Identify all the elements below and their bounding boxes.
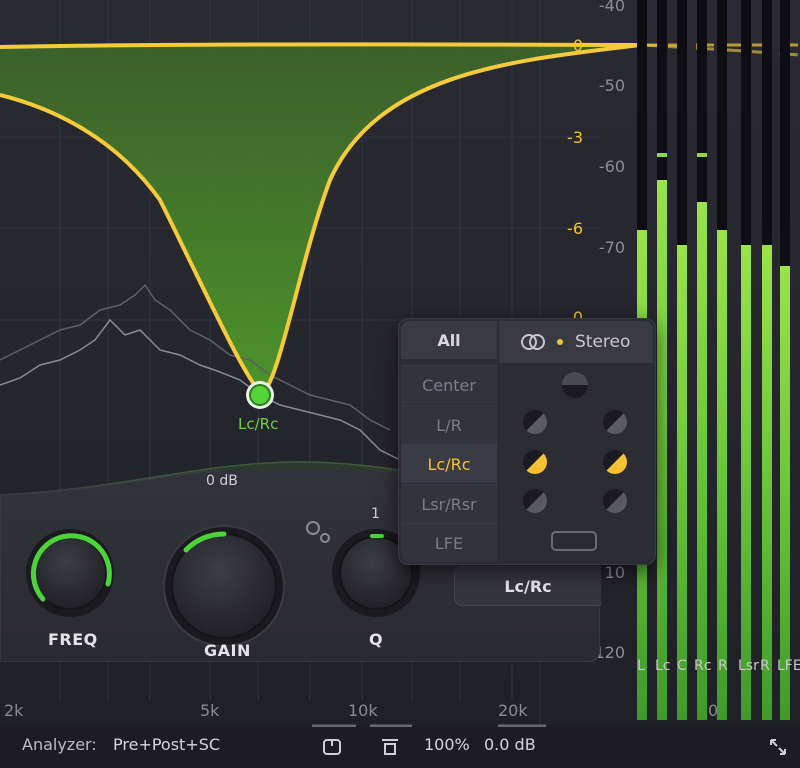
- meter-channel-label: LFE: [777, 658, 800, 674]
- level-meter-fill: [677, 244, 687, 720]
- meter-channel-label: C: [677, 658, 687, 674]
- analyzer-trace-pre: [0, 283, 391, 431]
- meter-channel-label: Lsr: [738, 658, 759, 674]
- gain-label: GAIN: [204, 641, 251, 660]
- latency-icon[interactable]: [380, 736, 400, 756]
- freq-label: FREQ: [48, 630, 98, 649]
- gain-knob[interactable]: [164, 500, 284, 650]
- level-meter-fill: [717, 230, 727, 720]
- level-meter-fill: [741, 244, 751, 720]
- db-scale-label: -40: [598, 0, 625, 15]
- channel-lr-button[interactable]: L/R: [401, 405, 497, 444]
- db-scale-label: -60: [598, 157, 625, 176]
- gain-scale-label: -3: [567, 128, 583, 147]
- zoom-value[interactable]: 100%: [424, 735, 470, 754]
- gain-scale-label: 0: [572, 36, 583, 55]
- freq-label: 10k: [348, 701, 378, 720]
- channel-lsrrsr-button[interactable]: Lsr/Rsr: [401, 484, 497, 523]
- channel-center-button[interactable]: Center: [401, 365, 497, 404]
- meter-channel-label: R: [718, 658, 728, 674]
- stereo-label: Stereo: [575, 332, 631, 352]
- level-meter: [717, 0, 727, 720]
- q-label: Q: [369, 630, 384, 649]
- level-meter: [697, 0, 707, 720]
- level-meter: [741, 0, 751, 720]
- q-value: 1: [371, 506, 380, 522]
- db-scale-label: -50: [598, 76, 625, 95]
- gain-scale-label: -6: [567, 219, 583, 238]
- analyzer-mode-value[interactable]: Pre+Post+SC: [113, 735, 220, 754]
- midi-learn-icon[interactable]: [322, 736, 342, 756]
- gain-value: 0 dB: [206, 473, 238, 489]
- db-scale-label: -70: [598, 238, 625, 257]
- level-meter: [762, 0, 772, 720]
- freq-label: 2k: [4, 701, 24, 720]
- resize-icon[interactable]: [768, 737, 788, 757]
- stereo-mode-button[interactable]: Stereo: [499, 321, 653, 363]
- channel-lcrc-button[interactable]: Lc/Rc: [401, 444, 497, 483]
- level-meter-fill: [657, 180, 667, 720]
- level-meter: [657, 0, 667, 720]
- freq-knob[interactable]: [20, 490, 120, 635]
- meter-channel-label: L: [637, 658, 645, 674]
- band-label: Lc/Rc: [238, 415, 279, 433]
- stereo-indicator-dot: [557, 339, 563, 345]
- speaker-layout[interactable]: [499, 399, 653, 564]
- meter-channel-label: R: [760, 658, 770, 674]
- channel-all-button[interactable]: All: [401, 321, 497, 359]
- level-meter-fill: [697, 201, 707, 720]
- analyzer-label: Analyzer:: [22, 735, 97, 754]
- channel-lfe-button[interactable]: LFE: [401, 523, 497, 562]
- freq-label: 5k: [200, 701, 220, 720]
- meter-channel-label: Lc: [655, 658, 671, 674]
- stereo-link-icon: [521, 334, 545, 350]
- level-meter-peak: [657, 153, 667, 157]
- level-meter-fill: [780, 266, 790, 720]
- status-bar: Analyzer: Pre+Post+SC 100% 0.0 dB: [0, 727, 800, 768]
- level-meter: [677, 0, 687, 720]
- eq-plugin-window: -40 -50 -60 -70 10 -120 0 -3 -6 0 Lc/Rc …: [0, 0, 800, 768]
- speaker-center[interactable]: [562, 372, 588, 398]
- meter-channel-label: Rc: [694, 658, 712, 674]
- settings-button[interactable]: [303, 518, 331, 542]
- level-meter: [780, 0, 790, 720]
- channel-mode-button[interactable]: Lc/Rc: [454, 566, 601, 606]
- freq-label: 20k: [498, 701, 528, 720]
- channel-popup: All Center L/R Lc/Rc Lsr/Rsr LFE Stereo: [398, 318, 656, 565]
- band-node-inner: [249, 384, 271, 406]
- level-meter-fill: [762, 244, 772, 720]
- level-meter-peak: [697, 153, 707, 157]
- output-gain-value[interactable]: 0.0 dB: [484, 735, 536, 754]
